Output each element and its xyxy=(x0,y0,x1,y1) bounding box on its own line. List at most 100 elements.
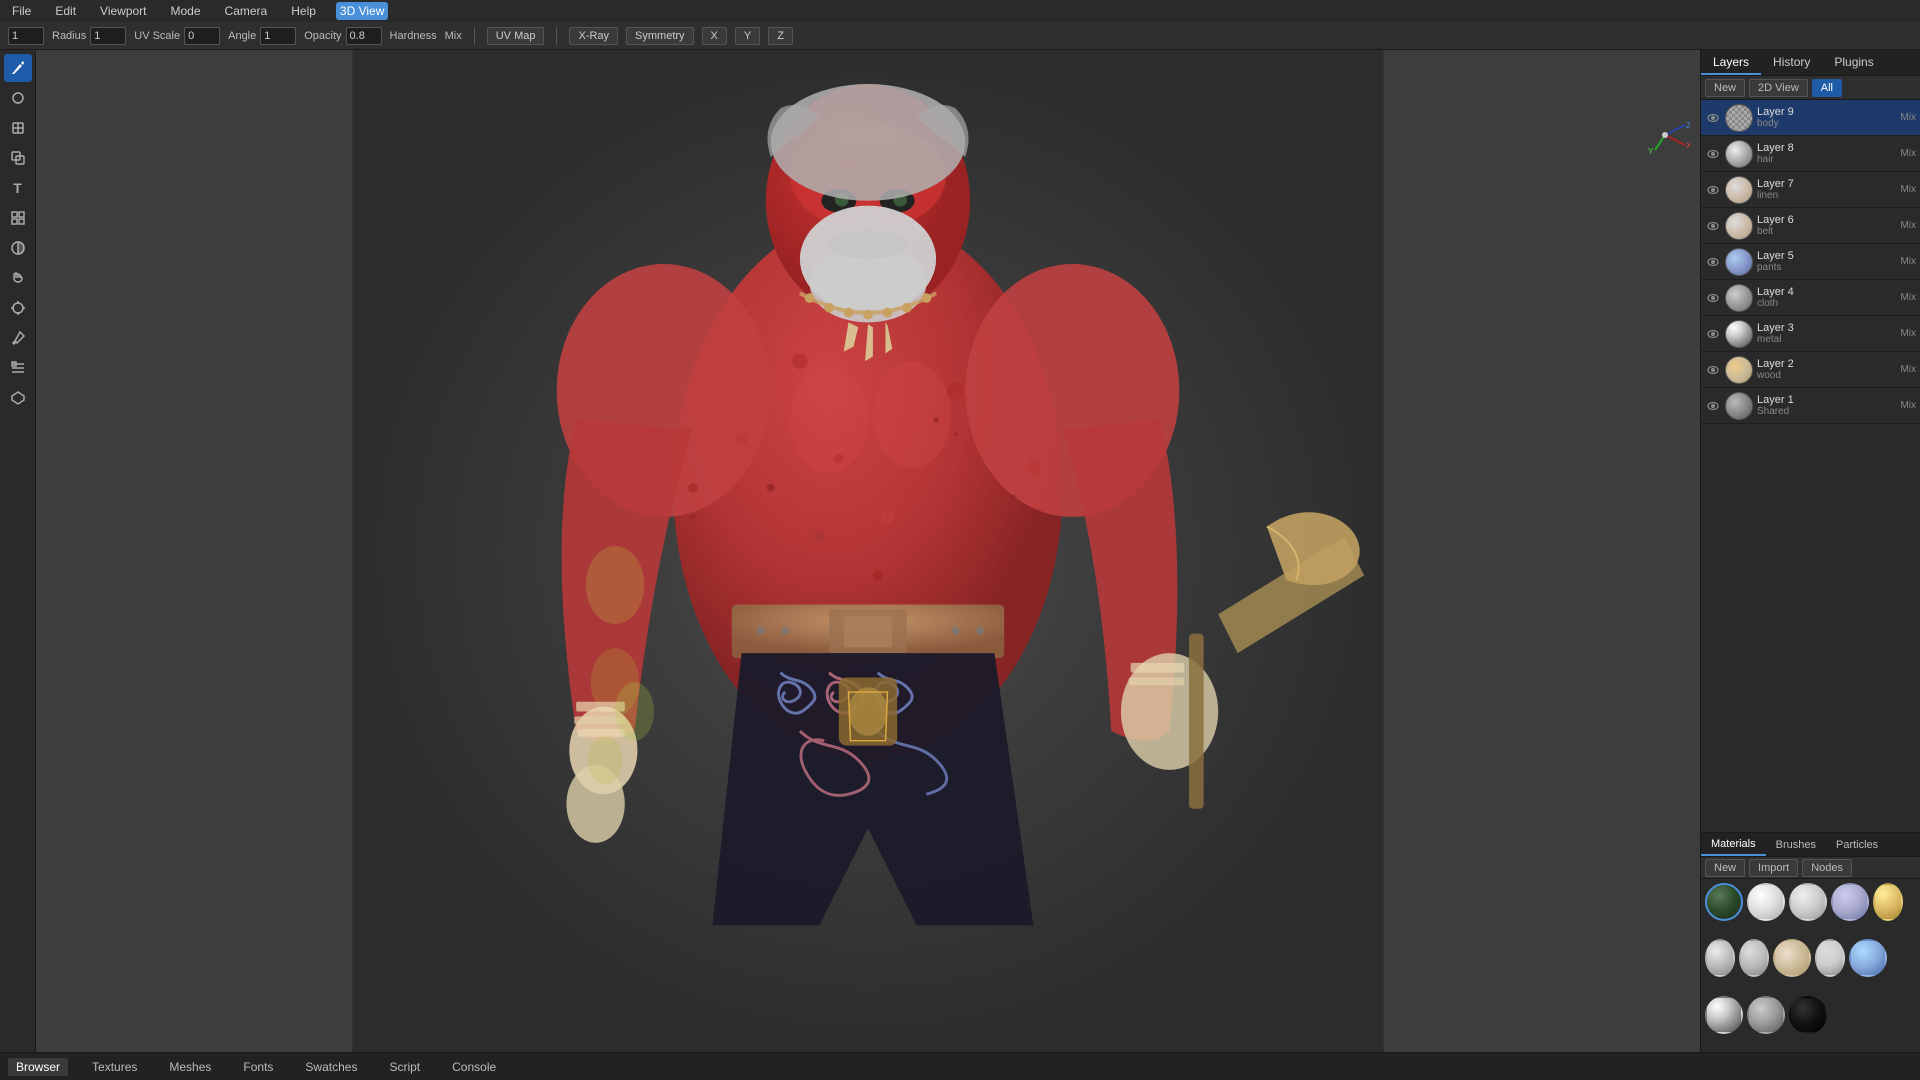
tab-console[interactable]: Console xyxy=(444,1058,504,1076)
tab-fonts[interactable]: Fonts xyxy=(235,1058,281,1076)
selection-tool[interactable] xyxy=(4,84,32,112)
paint-brush-tool[interactable] xyxy=(4,54,32,82)
clone-tool[interactable] xyxy=(4,144,32,172)
angle-input[interactable] xyxy=(260,27,296,45)
stamp-tool[interactable] xyxy=(4,114,32,142)
layer-item[interactable]: Layer 8 hair Mix xyxy=(1701,136,1920,172)
uv-tool[interactable] xyxy=(4,384,32,412)
materials-import-btn[interactable]: Import xyxy=(1749,859,1798,877)
material-swatch[interactable] xyxy=(1789,883,1827,921)
material-swatch[interactable] xyxy=(1789,996,1827,1034)
opacity-input[interactable] xyxy=(346,27,382,45)
material-swatch[interactable] xyxy=(1705,883,1743,921)
layer-visibility-icon[interactable] xyxy=(1705,110,1721,126)
dropper-tool[interactable] xyxy=(4,324,32,352)
uv-scale-input[interactable] xyxy=(184,27,220,45)
layer-item[interactable]: Layer 5 pants Mix xyxy=(1701,244,1920,280)
layer-list-tool[interactable] xyxy=(4,354,32,382)
layer-blend: Mix xyxy=(1900,220,1916,231)
material-swatch[interactable] xyxy=(1849,939,1887,977)
tab-browser[interactable]: Browser xyxy=(8,1058,68,1076)
layer-name: Layer 4 xyxy=(1757,286,1896,298)
tab-materials[interactable]: Materials xyxy=(1701,834,1766,856)
layer-visibility-icon[interactable] xyxy=(1705,290,1721,306)
layers-2dview-btn[interactable]: 2D View xyxy=(1749,79,1808,97)
materials-grid xyxy=(1701,879,1920,1052)
layer-thumbnail xyxy=(1725,284,1753,312)
layer-item[interactable]: Layer 1 Shared Mix xyxy=(1701,388,1920,424)
tab-particles[interactable]: Particles xyxy=(1826,835,1888,855)
menu-3dview[interactable]: 3D View xyxy=(336,2,388,20)
menu-bar: File Edit Viewport Mode Camera Help 3D V… xyxy=(0,0,1920,22)
layers-new-btn[interactable]: New xyxy=(1705,79,1745,97)
menu-camera[interactable]: Camera xyxy=(221,2,272,20)
layer-visibility-icon[interactable] xyxy=(1705,182,1721,198)
layer-item[interactable]: Layer 2 wood Mix xyxy=(1701,352,1920,388)
layer-item[interactable]: Layer 7 linen Mix xyxy=(1701,172,1920,208)
menu-help[interactable]: Help xyxy=(287,2,320,20)
z-btn[interactable]: Z xyxy=(768,27,793,45)
tab-textures[interactable]: Textures xyxy=(84,1058,145,1076)
tab-script[interactable]: Script xyxy=(381,1058,428,1076)
xray-btn[interactable]: X-Ray xyxy=(569,27,618,45)
x-btn[interactable]: X xyxy=(702,27,727,45)
radius-input[interactable] xyxy=(90,27,126,45)
text-tool[interactable]: T xyxy=(4,174,32,202)
layer-thumbnail xyxy=(1725,320,1753,348)
material-swatch[interactable] xyxy=(1705,939,1735,977)
material-swatch[interactable] xyxy=(1873,883,1903,921)
layer-visibility-icon[interactable] xyxy=(1705,398,1721,414)
layer-thumbnail xyxy=(1725,392,1753,420)
tab-swatches[interactable]: Swatches xyxy=(297,1058,365,1076)
grid-tool[interactable] xyxy=(4,204,32,232)
layer-thumbnail xyxy=(1725,356,1753,384)
layer-visibility-icon[interactable] xyxy=(1705,362,1721,378)
layer-type: linen xyxy=(1757,190,1896,201)
layer-visibility-icon[interactable] xyxy=(1705,146,1721,162)
layer-name: Layer 7 xyxy=(1757,178,1896,190)
brush-number-input[interactable] xyxy=(8,27,44,45)
tab-history[interactable]: History xyxy=(1761,51,1822,75)
menu-edit[interactable]: Edit xyxy=(51,2,80,20)
uv-map-btn[interactable]: UV Map xyxy=(487,27,545,45)
radius-label: Radius xyxy=(52,27,126,45)
menu-mode[interactable]: Mode xyxy=(167,2,205,20)
materials-nodes-btn[interactable]: Nodes xyxy=(1802,859,1852,877)
material-swatch[interactable] xyxy=(1747,883,1785,921)
materials-new-btn[interactable]: New xyxy=(1705,859,1745,877)
layers-list: Layer 9 body Mix Layer 8 hair Mix Layer … xyxy=(1701,100,1920,832)
layer-type: body xyxy=(1757,118,1896,129)
layer-item[interactable]: Layer 3 metal Mix xyxy=(1701,316,1920,352)
layer-item[interactable]: Layer 4 cloth Mix xyxy=(1701,280,1920,316)
menu-file[interactable]: File xyxy=(8,2,35,20)
tab-layers[interactable]: Layers xyxy=(1701,51,1761,75)
layer-visibility-icon[interactable] xyxy=(1705,326,1721,342)
hardness-label: Hardness xyxy=(390,30,437,42)
material-swatch[interactable] xyxy=(1815,939,1845,977)
angle-label: Angle xyxy=(228,27,296,45)
y-btn[interactable]: Y xyxy=(735,27,760,45)
materials-section: Materials Brushes Particles New Import N… xyxy=(1701,832,1920,1052)
material-swatch[interactable] xyxy=(1773,939,1811,977)
layer-blend: Mix xyxy=(1900,184,1916,195)
tab-plugins[interactable]: Plugins xyxy=(1822,51,1885,75)
layer-item[interactable]: Layer 9 body Mix xyxy=(1701,100,1920,136)
grab-tool[interactable] xyxy=(4,264,32,292)
material-swatch[interactable] xyxy=(1739,939,1769,977)
light-tool[interactable] xyxy=(4,234,32,262)
material-swatch[interactable] xyxy=(1747,996,1785,1034)
layer-visibility-icon[interactable] xyxy=(1705,218,1721,234)
symmetry-btn[interactable]: Symmetry xyxy=(626,27,694,45)
layer-visibility-icon[interactable] xyxy=(1705,254,1721,270)
layers-all-btn[interactable]: All xyxy=(1812,79,1842,97)
tab-meshes[interactable]: Meshes xyxy=(161,1058,219,1076)
material-swatch[interactable] xyxy=(1831,883,1869,921)
layer-name: Layer 1 xyxy=(1757,394,1896,406)
character-viewport xyxy=(36,50,1700,1052)
viewport[interactable]: Z X Y xyxy=(36,50,1700,1052)
tab-brushes[interactable]: Brushes xyxy=(1766,835,1826,855)
layer-item[interactable]: Layer 6 belt Mix xyxy=(1701,208,1920,244)
material-swatch[interactable] xyxy=(1705,996,1743,1034)
transform-tool[interactable] xyxy=(4,294,32,322)
menu-viewport[interactable]: Viewport xyxy=(96,2,150,20)
